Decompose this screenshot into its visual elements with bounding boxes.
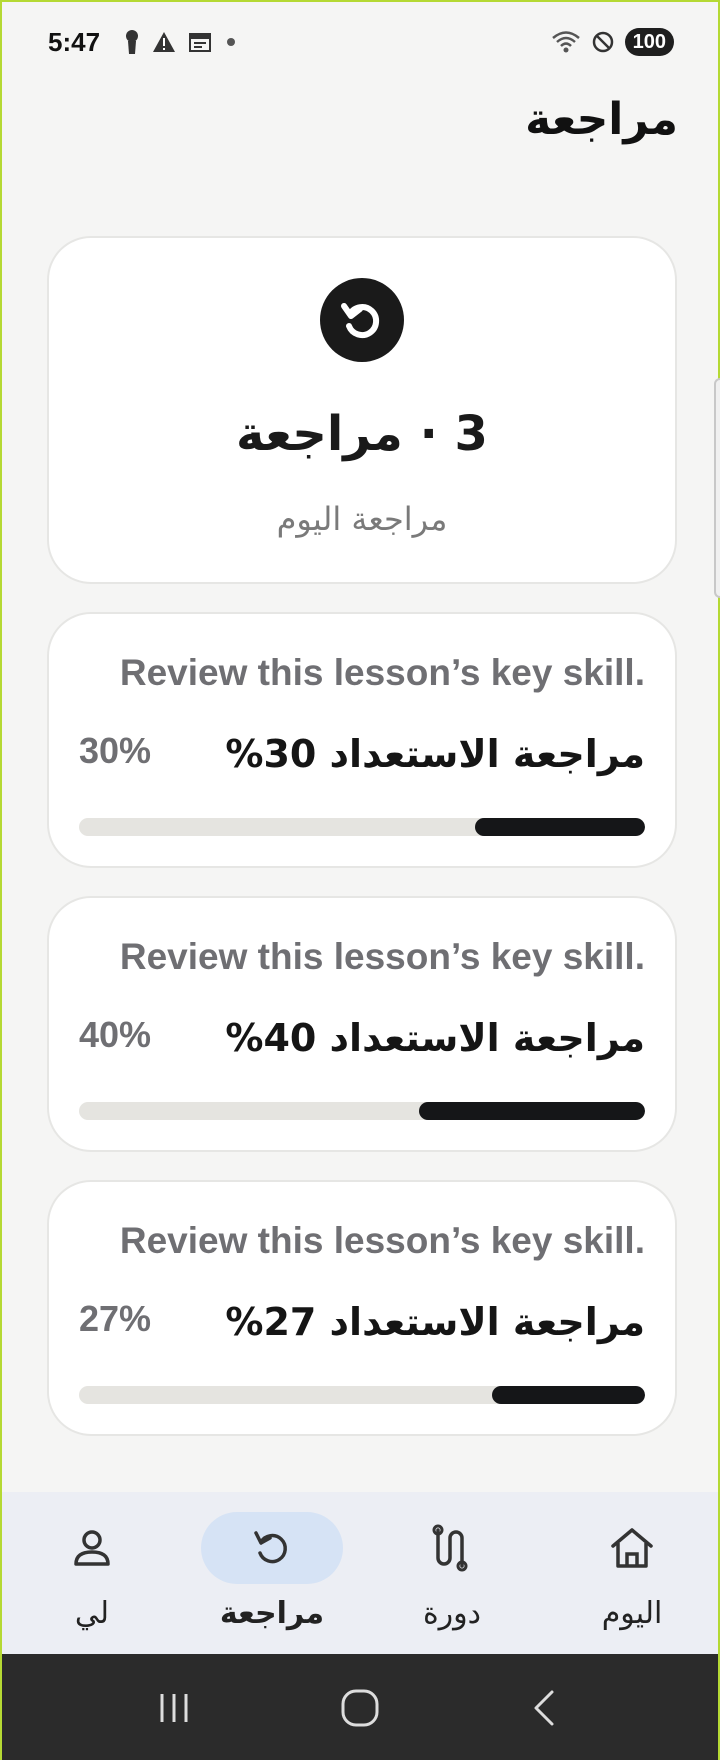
- page-title: مراجعة: [525, 94, 678, 145]
- route-icon: [432, 1524, 468, 1572]
- home-button-icon[interactable]: [339, 1687, 381, 1729]
- refresh-icon: [320, 278, 404, 362]
- dot-icon: [227, 38, 236, 46]
- skill-percent: 27%: [79, 1298, 152, 1339]
- skill-description: Review this lesson’s key skill.: [119, 652, 645, 693]
- refresh-icon: [254, 1531, 287, 1564]
- skill-card[interactable]: Review this lesson’s key skill. مراجعة ا…: [47, 612, 677, 868]
- bottom-nav: لي مراجعة دورة اليوم: [2, 1492, 718, 1654]
- review-count-title: 3 · مراجعة: [236, 406, 488, 462]
- status-time: 5:47: [48, 26, 101, 57]
- skill-description: Review this lesson’s key skill.: [119, 936, 645, 977]
- progress-fill: [492, 1386, 645, 1404]
- nav-label: مراجعة: [219, 1596, 325, 1631]
- nav-label: دورة: [422, 1596, 482, 1631]
- nav-item-today[interactable]: اليوم: [552, 1512, 712, 1642]
- progress-fill: [475, 818, 645, 836]
- scroll-handle[interactable]: [714, 378, 720, 598]
- progress-bar: [79, 1102, 645, 1120]
- nav-label: لي: [74, 1596, 110, 1631]
- battery-indicator: 100: [624, 28, 674, 56]
- back-icon[interactable]: [526, 1688, 566, 1728]
- skill-card[interactable]: Review this lesson’s key skill. مراجعة ا…: [47, 896, 677, 1152]
- progress-bar: [79, 818, 645, 836]
- profile-icon: [74, 1530, 110, 1566]
- nav-item-course[interactable]: دورة: [372, 1512, 532, 1642]
- nav-item-me[interactable]: لي: [12, 1512, 172, 1642]
- wifi-icon: [551, 31, 580, 53]
- home-icon: [611, 1528, 653, 1568]
- calendar-icon: [189, 33, 212, 52]
- skill-description: Review this lesson’s key skill.: [119, 1220, 645, 1261]
- status-bar: 5:47 100: [2, 2, 718, 82]
- keyhole-icon: [126, 30, 139, 54]
- skill-label: مراجعة الاستعداد 30%: [225, 732, 645, 776]
- review-subtitle: مراجعة اليوم: [276, 500, 448, 538]
- progress-bar: [79, 1386, 645, 1404]
- skill-label: مراجعة الاستعداد 27%: [225, 1300, 645, 1344]
- system-nav-bar: [2, 1654, 718, 1760]
- do-not-disturb-icon: [592, 31, 613, 53]
- nav-label: اليوم: [601, 1596, 663, 1631]
- skill-percent: 30%: [79, 730, 152, 771]
- recents-icon[interactable]: [154, 1688, 194, 1728]
- skill-card[interactable]: Review this lesson’s key skill. مراجعة ا…: [47, 1180, 677, 1436]
- skill-percent: 40%: [79, 1014, 152, 1055]
- review-summary-card[interactable]: 3 · مراجعة مراجعة اليوم: [47, 236, 677, 584]
- skill-label: مراجعة الاستعداد 40%: [225, 1016, 645, 1060]
- progress-fill: [418, 1102, 645, 1120]
- nav-item-review[interactable]: مراجعة: [192, 1512, 352, 1642]
- warning-icon: [153, 32, 176, 52]
